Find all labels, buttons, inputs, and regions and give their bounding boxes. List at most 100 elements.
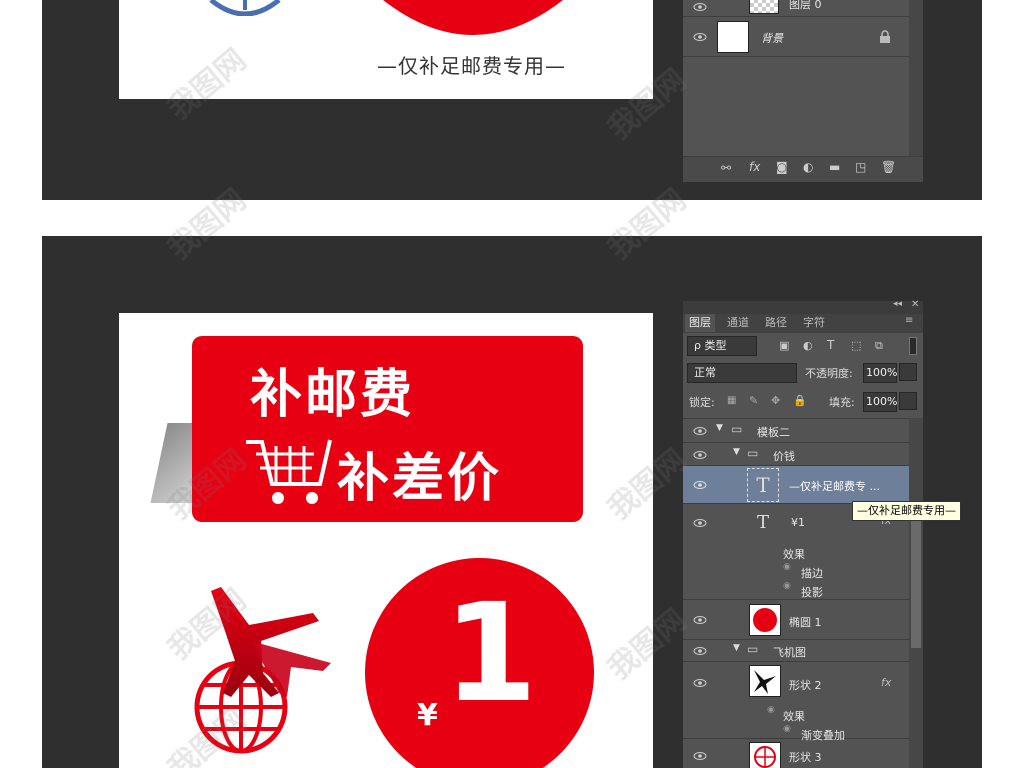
blend-mode-value: 正常 [694,366,716,379]
eye-icon[interactable] [693,30,707,44]
mask-icon[interactable]: ◙ [776,160,788,174]
layer-text-caption[interactable]: T —仅补足邮费专 ... [683,466,909,504]
lock-all-icon[interactable]: 🔒 [793,394,807,408]
price-circle: ¥ 1 [365,558,594,768]
effect-eye-icon[interactable]: ◉ [767,705,775,715]
layers-scrollbar[interactable] [909,418,923,768]
opacity-value: 100% [866,366,898,379]
layer-group-template[interactable]: ▼ ▭ 模板二 [683,419,909,443]
adjustment-icon[interactable]: ◐ [803,160,813,174]
banner-title: 补邮费 [250,365,416,425]
opacity-input[interactable]: 100% [863,363,897,383]
fill-slider-button[interactable] [899,392,917,410]
adjust-filter-icon[interactable]: ◐ [803,339,817,353]
top-layers-panel: 图层 0 背景 ⚯ fx ◙ ◐ ▬ ◳ 🗑 [683,0,923,182]
effect-eye-icon[interactable]: ◉ [783,724,791,734]
layer-thumbnail [749,665,781,697]
tab-bar: 图层 通道 路径 字符 ≡ [683,314,923,333]
effects-label: 效果 [783,548,805,561]
lock-transparency-icon[interactable]: ▦ [727,395,741,409]
layer-shape-3[interactable]: 形状 3 [683,739,909,768]
tab-paths[interactable]: 路径 [761,314,791,332]
folder-icon[interactable]: ▬ [829,160,840,174]
image-filter-icon[interactable]: ▣ [779,339,793,353]
layer-tooltip: —仅补足邮费专用— [852,501,961,521]
top-canvas: —仅补足邮费专用— [119,0,653,99]
eye-icon[interactable] [693,424,707,438]
tab-layers[interactable]: 图层 [685,314,715,332]
expand-arrow-icon[interactable]: ▼ [716,423,723,433]
layer-name: 背景 [761,32,783,45]
layer-row-0[interactable]: 图层 0 [683,0,909,17]
layer-group-price[interactable]: ▼ ▭ 价钱 [683,443,909,466]
folder-icon: ▭ [747,642,759,656]
layer-group-plane[interactable]: ▼ ▭ 飞机图 [683,640,909,662]
scroll-thumb[interactable] [911,518,921,648]
tab-character[interactable]: 字符 [799,314,829,332]
panel-titlebar: ◂◂ ✕ [683,299,923,314]
bottom-canvas: 补邮费 补差价 ¥ 1 [119,313,653,768]
filter-dropdown[interactable]: ρ 类型 [687,336,757,356]
eye-icon[interactable] [693,644,707,658]
banner-subtitle: 补差价 [337,449,503,509]
filter-label: ρ 类型 [694,339,727,352]
effect-eye-icon[interactable]: ◉ [783,581,791,591]
fx-icon[interactable]: fx [749,160,760,174]
layer-row-background[interactable]: 背景 [683,17,909,57]
eye-icon[interactable] [693,0,707,14]
layer-thumbnail [749,0,779,14]
layer-name: 形状 2 [789,679,822,692]
layer-thumbnail [749,604,781,636]
layer-name: —仅补足邮费专 ... [789,480,880,493]
lock-label: 锁定: [689,396,715,409]
eye-icon[interactable] [693,676,707,690]
eye-icon[interactable] [693,613,707,627]
expand-arrow-icon[interactable]: ▼ [733,447,740,457]
red-circle-partial [383,0,563,35]
panel-menu-icon[interactable]: ≡ [905,315,913,326]
layer-ellipse[interactable]: 椭圆 1 [683,600,909,640]
fx-badge[interactable]: fx [881,676,891,689]
effects-label: 效果 [783,710,805,723]
layer-shape-2[interactable]: 形状 2 fx ◉ 效果 ◉ 渐变叠加 [683,662,909,742]
layer-name: 形状 3 [789,751,822,764]
smart-filter-icon[interactable]: ⧉ [875,339,889,353]
layer-name: 价钱 [773,450,795,463]
trash-icon[interactable]: 🗑 [881,160,896,174]
lock-position-icon[interactable]: ✥ [771,394,785,408]
new-layer-icon[interactable]: ◳ [855,160,866,174]
layer-thumbnail [717,21,749,53]
panel-scrollbar[interactable] [909,0,923,156]
plane-globe-icon [194,587,331,754]
effect-eye-icon[interactable]: ◉ [783,562,791,572]
opacity-slider-button[interactable] [899,363,917,381]
close-icon[interactable]: ✕ [911,299,919,310]
yen-symbol: ¥ [417,698,438,733]
shape-filter-icon[interactable]: ⬚ [851,339,865,353]
lock-paint-icon[interactable]: ✎ [749,394,763,408]
fill-input[interactable]: 100% [863,392,897,412]
eye-icon[interactable] [693,478,707,492]
shopping-cart-icon [246,439,332,504]
canvas-caption: —仅补足邮费专用— [377,54,566,78]
eye-icon[interactable] [693,516,707,530]
eye-icon[interactable] [693,448,707,462]
expand-arrow-icon[interactable]: ▼ [733,643,740,653]
collapse-icon[interactable]: ◂◂ [893,299,902,309]
tab-channels[interactable]: 通道 [723,314,753,332]
eye-icon[interactable] [693,749,707,763]
red-banner: 补邮费 补差价 [192,336,583,522]
blend-mode-dropdown[interactable]: 正常 [687,363,797,383]
panel-footer: ⚯ fx ◙ ◐ ▬ ◳ 🗑 [683,156,923,182]
text-filter-icon[interactable]: T [827,338,841,352]
layer-name: 图层 0 [789,0,822,11]
link-icon[interactable]: ⚯ [721,161,731,175]
layer-thumbnail [749,742,781,768]
fill-value: 100% [866,395,898,408]
folder-icon: ▭ [731,422,743,436]
filter-toggle[interactable] [909,337,917,355]
layer-name: 飞机图 [773,646,806,659]
folder-icon: ▭ [747,446,759,460]
bottom-layers-panel: ◂◂ ✕ 图层 通道 路径 字符 ≡ ρ 类型 ▣ ◐ T ⬚ ⧉ 正常 不透明… [683,299,923,768]
globe-icon [209,0,281,16]
